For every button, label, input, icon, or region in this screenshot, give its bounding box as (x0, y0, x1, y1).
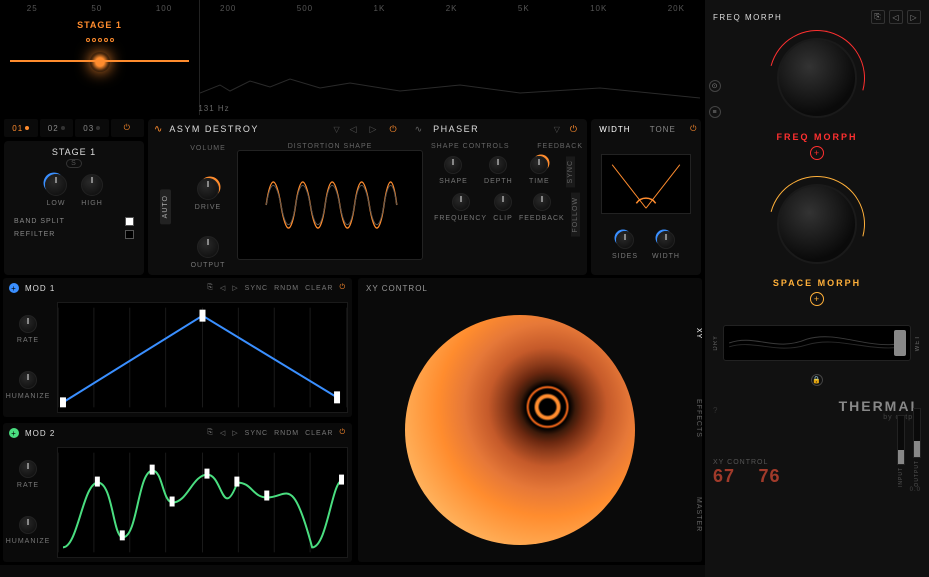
distortion-shape-display (237, 150, 423, 260)
mod2-rndm-button[interactable]: RNDM (274, 430, 299, 437)
distortion-panel: ∿ ASYM DESTROY ▽ ◁ ▷ ⏻ ∿ PHASER ▽ ⏻ AUTO… (148, 119, 587, 275)
mod2-prev-icon[interactable]: ◁ (220, 429, 226, 437)
mod1-next-icon[interactable]: ▷ (232, 284, 238, 292)
band-split-checkbox[interactable] (125, 217, 134, 226)
follow-toggle[interactable]: FOLLOW (571, 193, 580, 237)
mod1-prev-icon[interactable]: ◁ (220, 284, 226, 292)
sides-knob[interactable] (616, 231, 634, 249)
master-tab[interactable]: MASTER (682, 491, 702, 538)
phaser-title[interactable]: PHASER (433, 124, 479, 134)
depth-knob[interactable] (489, 156, 507, 174)
macro-sliders-icon[interactable]: ≡ (709, 106, 721, 118)
stage-tab-03[interactable]: 03 (75, 119, 109, 137)
mod1-power-icon[interactable]: ⏻ (339, 284, 346, 292)
xy-y-value: 76 (759, 466, 781, 486)
mod1-sync-button[interactable]: SYNC (245, 285, 268, 292)
macro-panel: FREQ MORPH ⎘ ◁ ▷ ⊙ ≡ FREQ MORPH + SPACE … (705, 0, 929, 577)
phaser-chevron-down-icon[interactable]: ▽ (554, 125, 561, 134)
freq-morph-knob[interactable] (777, 38, 857, 118)
band-handle[interactable] (90, 52, 110, 72)
output-meter (913, 408, 921, 458)
mod-1-lane: + MOD 1 ⎘ ◁ ▷ SYNC RNDM CLEAR ⏻ RATE (3, 278, 352, 417)
preset-next-icon[interactable]: ▷ (907, 10, 921, 24)
mod1-rndm-button[interactable]: RNDM (274, 285, 299, 292)
width-tab[interactable]: WIDTH (591, 119, 639, 139)
feedback-knob[interactable] (533, 193, 551, 211)
mod1-preset-icon[interactable]: ⎘ (207, 284, 214, 292)
time-knob[interactable] (530, 156, 548, 174)
help-icon[interactable]: ? (713, 406, 718, 415)
shape-knob[interactable] (444, 156, 462, 174)
stage-band-label: STAGE 1 (77, 20, 122, 30)
stage-tab-01[interactable]: 01 (4, 119, 38, 137)
xy-title: XY CONTROL (358, 278, 702, 298)
sync-toggle[interactable]: SYNC (566, 156, 575, 187)
distortion-power-icon[interactable]: ⏻ (386, 124, 400, 135)
dry-wet-slider[interactable] (723, 325, 911, 361)
high-knob[interactable] (81, 174, 103, 196)
auto-tab[interactable]: AUTO (160, 189, 171, 224)
xy-tab[interactable]: XY (682, 322, 702, 345)
preset-name[interactable]: FREQ MORPH (713, 13, 782, 22)
mod1-curve-editor[interactable] (57, 302, 348, 413)
mod-1-badge: + (9, 283, 19, 293)
space-morph-label: SPACE MORPH (773, 278, 861, 288)
stage-tab-02[interactable]: 02 (40, 119, 74, 137)
mod2-next-icon[interactable]: ▷ (232, 429, 238, 437)
tone-tab[interactable]: TONE (639, 119, 687, 139)
mod2-clear-button[interactable]: CLEAR (305, 430, 333, 437)
macro-target-icon[interactable]: ⊙ (709, 80, 721, 92)
effects-tab[interactable]: EFFECTS (682, 393, 702, 444)
width-display (601, 154, 691, 214)
stage-power-icon[interactable]: ⏻ (111, 119, 145, 137)
mod1-rate-knob[interactable] (19, 315, 37, 333)
mod2-rate-knob[interactable] (19, 460, 37, 478)
mod2-preset-icon[interactable]: ⎘ (207, 429, 214, 437)
stage-title: STAGE 1 (52, 147, 96, 157)
distortion-title[interactable]: ASYM DESTROY (169, 124, 259, 134)
output-knob[interactable] (197, 236, 219, 258)
freq-morph-label: FREQ MORPH (776, 132, 857, 142)
input-meter (897, 415, 905, 465)
clip-knob[interactable] (494, 193, 512, 211)
xy-control-panel: XY CONTROL XY EFFECTS MASTER (358, 278, 702, 562)
next-preset-icon[interactable]: ▷ (367, 124, 381, 135)
stage-filter-panel: STAGE 1 S LOW HIGH BAND SPLIT REFILTER (4, 141, 144, 275)
spectrum-ticks-low: 2550100 (0, 4, 199, 13)
chevron-down-icon[interactable]: ▽ (333, 125, 340, 134)
space-morph-add-button[interactable]: + (810, 292, 824, 306)
width-knob[interactable] (657, 231, 675, 249)
drive-knob[interactable] (197, 178, 219, 200)
product-name: THERMAL (713, 398, 921, 414)
lock-icon[interactable]: 🔒 (811, 374, 823, 386)
freq-morph-add-button[interactable]: + (810, 146, 824, 160)
frequency-knob[interactable] (452, 193, 470, 211)
frequency-spectrum[interactable]: 2550100 STAGE 1 2005001K2K5K10K20K 131 H… (0, 0, 705, 115)
mod-2-badge: + (9, 428, 19, 438)
phaser-wave-icon: ∿ (415, 124, 424, 135)
xy-x-value: 67 (713, 466, 735, 486)
refilter-checkbox[interactable] (125, 230, 134, 239)
width-power-icon[interactable]: ⏻ (687, 119, 701, 139)
mod2-power-icon[interactable]: ⏻ (339, 429, 346, 437)
mod1-humanize-knob[interactable] (19, 371, 37, 389)
space-morph-knob[interactable] (777, 184, 857, 264)
brand-byline: by output (713, 414, 921, 421)
preset-browser-icon[interactable]: ⎘ (871, 10, 885, 24)
mod1-clear-button[interactable]: CLEAR (305, 285, 333, 292)
solo-button[interactable]: S (66, 159, 82, 168)
mod2-sync-button[interactable]: SYNC (245, 430, 268, 437)
distortion-type-icon: ∿ (154, 124, 163, 135)
mod2-curve-editor[interactable] (57, 447, 348, 558)
low-knob[interactable] (45, 174, 67, 196)
preset-prev-icon[interactable]: ◁ (889, 10, 903, 24)
stage-tabs: 01 02 03 ⏻ (4, 119, 144, 137)
mod2-humanize-knob[interactable] (19, 516, 37, 534)
phaser-power-icon[interactable]: ⏻ (567, 124, 581, 135)
mod-2-lane: + MOD 2 ⎘ ◁ ▷ SYNC RNDM CLEAR ⏻ RATE (3, 423, 352, 562)
prev-preset-icon[interactable]: ◁ (347, 124, 361, 135)
xy-pad[interactable] (405, 315, 635, 545)
frequency-readout: 131 Hz (198, 104, 229, 113)
